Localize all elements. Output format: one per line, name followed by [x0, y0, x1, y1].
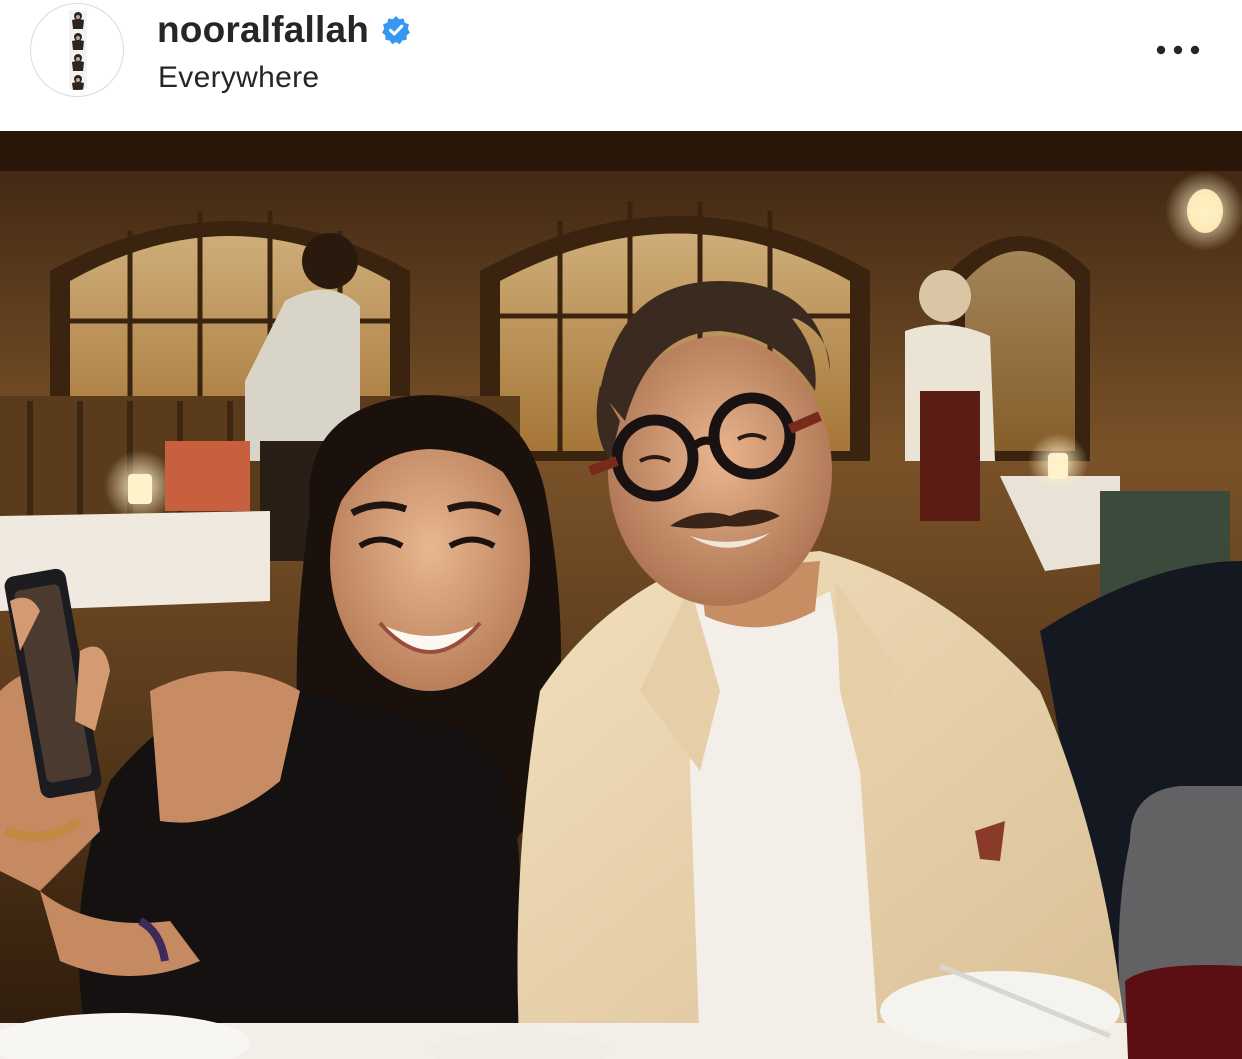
- post-photo[interactable]: [0, 131, 1242, 1059]
- location-link[interactable]: Everywhere: [158, 61, 319, 95]
- verified-badge-icon: [381, 15, 411, 45]
- more-options-icon: [1156, 45, 1200, 55]
- username-row: nooralfallah: [157, 8, 411, 52]
- avatar: [37, 10, 117, 90]
- restaurant-photo-illustration: [0, 131, 1242, 1059]
- post-header: nooralfallah Everywhere: [0, 0, 1242, 131]
- instagram-post: nooralfallah Everywhere: [0, 0, 1242, 1059]
- avatar-photo-strip: [37, 10, 117, 90]
- username-link[interactable]: nooralfallah: [157, 9, 369, 51]
- more-options-button[interactable]: [1148, 30, 1208, 70]
- profile-avatar-button[interactable]: [30, 3, 124, 97]
